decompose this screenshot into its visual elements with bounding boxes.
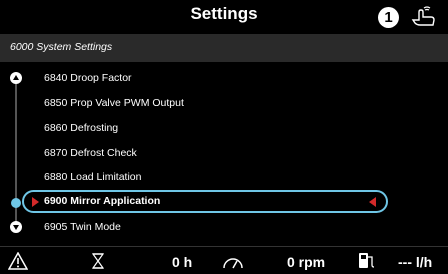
fuel-pump-icon bbox=[359, 253, 375, 268]
info-badge-number: 1 bbox=[384, 9, 393, 26]
section-header: 6000 System Settings bbox=[0, 34, 448, 62]
list-item-6880[interactable]: 6880 Load Limitation bbox=[44, 171, 142, 183]
selection-right-arrow-icon bbox=[369, 197, 376, 207]
header-bar: Settings 1 bbox=[0, 0, 448, 34]
hand-touch-icon[interactable] bbox=[410, 6, 436, 28]
list-item-6850[interactable]: 6850 Prop Valve PWM Output bbox=[44, 97, 184, 109]
section-title: 6000 System Settings bbox=[10, 41, 113, 53]
scroll-up-icon[interactable] bbox=[10, 72, 22, 84]
list-item-6870[interactable]: 6870 Defrost Check bbox=[44, 147, 137, 159]
selected-item-label: 6900 Mirror Application bbox=[44, 195, 161, 207]
selection-left-arrow-icon bbox=[32, 197, 39, 207]
engine-hours-value: 0 h bbox=[172, 254, 193, 270]
info-circle-icon[interactable]: 1 bbox=[378, 7, 399, 28]
fuel-rate-value: --- l/h bbox=[398, 254, 433, 270]
hourglass-icon bbox=[92, 253, 104, 269]
list-item-6900-selected[interactable]: 6900 Mirror Application bbox=[22, 190, 388, 213]
scrollbar-thumb[interactable] bbox=[11, 198, 21, 208]
list-item-6860[interactable]: 6860 Defrosting bbox=[44, 122, 118, 134]
rpm-value: 0 rpm bbox=[287, 254, 326, 270]
list-item-6840[interactable]: 6840 Droop Factor bbox=[44, 72, 132, 84]
status-bar: 0 h 0 rpm --- l/h bbox=[0, 246, 448, 274]
list-item-6905[interactable]: 6905 Twin Mode bbox=[44, 221, 121, 233]
speedometer-icon bbox=[223, 258, 243, 269]
warning-icon[interactable] bbox=[8, 252, 28, 270]
scroll-down-icon[interactable] bbox=[10, 221, 22, 233]
